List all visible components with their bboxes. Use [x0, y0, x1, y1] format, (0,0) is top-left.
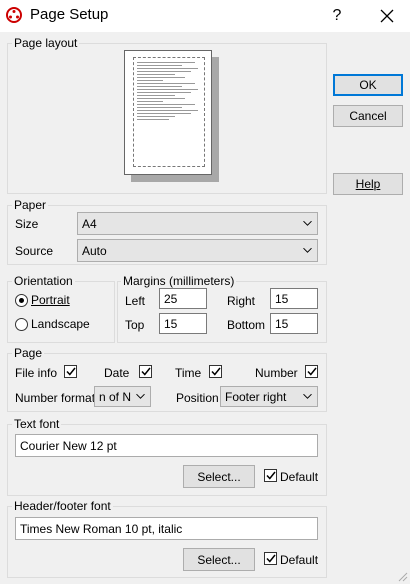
check-icon: [266, 554, 276, 563]
portrait-label[interactable]: Portrait: [31, 293, 70, 307]
margin-left-input[interactable]: 25: [159, 288, 207, 309]
text-font-default-label: Default: [280, 470, 319, 484]
chevron-down-icon: [303, 247, 312, 253]
text-font-label: Text font: [12, 417, 62, 431]
position-value: Footer right: [225, 389, 287, 404]
close-icon: [380, 9, 394, 23]
paper-source-select[interactable]: Auto: [77, 239, 318, 262]
date-checkbox[interactable]: [139, 365, 152, 378]
number-format-value: n of N: [99, 389, 132, 404]
page-preview: [124, 50, 212, 175]
page-layout-label: Page layout: [12, 36, 80, 50]
help-title-button[interactable]: ?: [317, 0, 357, 32]
title-bar: Page Setup ?: [0, 0, 410, 32]
time-checkbox[interactable]: [209, 365, 222, 378]
cancel-button[interactable]: Cancel: [333, 105, 403, 127]
margins-label: Margins (millimeters): [121, 274, 237, 288]
margin-right-input[interactable]: 15: [270, 288, 318, 309]
number-label: Number: [255, 366, 298, 380]
chevron-down-icon: [303, 393, 312, 399]
paper-label: Paper: [12, 198, 49, 212]
text-font-select-button[interactable]: Select...: [183, 465, 255, 488]
check-icon: [211, 367, 221, 376]
position-select[interactable]: Footer right: [220, 386, 318, 407]
chevron-down-icon: [136, 393, 145, 399]
check-icon: [266, 471, 276, 480]
header-font-default-checkbox[interactable]: [264, 552, 277, 565]
margin-top-label: Top: [125, 318, 145, 332]
orientation-label: Orientation: [12, 274, 75, 288]
ok-button[interactable]: OK: [333, 74, 403, 96]
window-title: Page Setup: [30, 6, 109, 23]
margin-bottom-input[interactable]: 15: [270, 313, 318, 334]
app-icon: [6, 7, 22, 23]
header-font-label: Header/footer font: [12, 499, 113, 513]
landscape-label[interactable]: Landscape: [31, 317, 90, 331]
date-label: Date: [104, 366, 130, 380]
text-font-display: Courier New 12 pt: [15, 434, 318, 457]
check-icon: [307, 367, 317, 376]
number-checkbox[interactable]: [305, 365, 318, 378]
size-label: Size: [15, 217, 39, 231]
paper-source-value: Auto: [82, 243, 107, 258]
header-font-default-label: Default: [280, 553, 319, 567]
page-label: Page: [12, 346, 45, 360]
time-label: Time: [175, 366, 202, 380]
margin-top-input[interactable]: 15: [159, 313, 207, 334]
number-format-label: Number format: [15, 391, 96, 405]
file-info-label: File info: [15, 366, 58, 380]
margin-right-label: Right: [227, 294, 256, 308]
text-font-default-checkbox[interactable]: [264, 469, 277, 482]
check-icon: [66, 367, 76, 376]
header-font-select-button[interactable]: Select...: [183, 548, 255, 571]
paper-size-select[interactable]: A4: [77, 212, 318, 235]
resize-grip-icon[interactable]: [398, 572, 408, 582]
number-format-select[interactable]: n of N: [94, 386, 151, 407]
orientation-group: [7, 281, 115, 343]
landscape-radio[interactable]: [15, 318, 28, 331]
paper-size-value: A4: [82, 216, 97, 231]
page-preview-margins: [133, 57, 205, 167]
file-info-checkbox[interactable]: [64, 365, 77, 378]
check-icon: [141, 367, 151, 376]
portrait-radio[interactable]: [15, 294, 28, 307]
margin-bottom-label: Bottom: [227, 318, 266, 332]
margin-left-label: Left: [125, 294, 146, 308]
source-label: Source: [15, 244, 54, 258]
close-button[interactable]: [364, 0, 410, 32]
help-button[interactable]: Help: [333, 173, 403, 195]
chevron-down-icon: [303, 220, 312, 226]
position-label: Position: [176, 391, 219, 405]
header-font-display: Times New Roman 10 pt, italic: [15, 517, 318, 540]
